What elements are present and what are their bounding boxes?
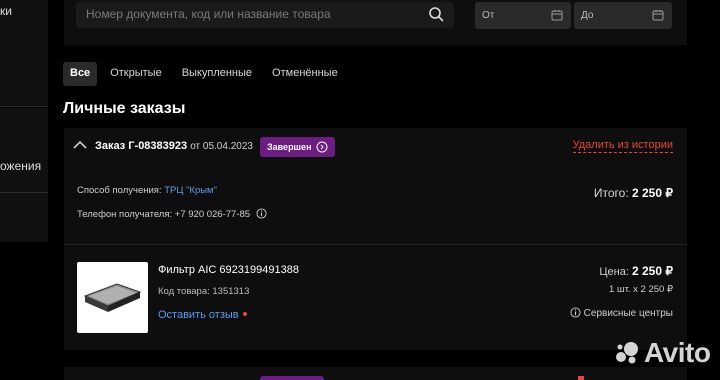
avito-logo-icon <box>616 342 638 364</box>
price-value: 2 250 ₽ <box>632 264 673 278</box>
date-to-field[interactable]: До <box>574 2 672 29</box>
search-placeholder: Номер документа, код или название товара <box>86 7 331 21</box>
quantity-text: 1 шт. x 2 250 ₽ <box>609 284 673 295</box>
calendar-icon[interactable] <box>652 9 664 21</box>
sidebar-item-label[interactable]: ки <box>0 4 12 18</box>
review-label: Оставить отзыв <box>158 309 239 321</box>
status-badge <box>260 376 324 380</box>
arrow-circle-icon <box>316 141 328 153</box>
date-from-field[interactable]: От <box>475 2 571 29</box>
delivery-link[interactable]: ТРЦ "Крым" <box>164 185 217 196</box>
search-icon[interactable] <box>428 6 444 22</box>
status-badge: Завершен <box>260 137 335 157</box>
product-name[interactable]: Фильтр AIC 6923199491388 <box>158 264 299 276</box>
remove-from-history-link[interactable] <box>578 376 584 380</box>
order-total: Итого: 2 250 ₽ <box>594 186 673 200</box>
order-tabs: Все Открытые Выкупленные Отменённые <box>63 62 345 86</box>
avito-watermark: Avito <box>614 337 711 369</box>
code-value: 1351313 <box>212 286 250 297</box>
price-label: Цена: <box>599 266 629 278</box>
service-centers-link[interactable]: Сервисные центры <box>570 307 673 319</box>
order-card <box>64 367 687 380</box>
tab-open[interactable]: Открытые <box>103 62 169 86</box>
total-value: 2 250 ₽ <box>632 186 673 200</box>
recipient-phone: Телефон получателя: +7 920 026-77-85 <box>77 208 267 220</box>
date-from-label: От <box>482 10 495 21</box>
tab-redeemed[interactable]: Выкупленные <box>175 62 259 86</box>
notification-dot <box>242 312 247 316</box>
status-text: Завершен <box>267 142 312 152</box>
sidebar-item-label[interactable]: ожения <box>0 159 41 173</box>
product-image[interactable] <box>77 262 148 333</box>
search-input[interactable]: Номер документа, код или название товара <box>76 2 454 28</box>
info-icon <box>570 307 581 318</box>
page-title: Личные заказы <box>63 100 186 117</box>
tab-all[interactable]: Все <box>63 62 98 86</box>
calendar-icon[interactable] <box>551 9 563 21</box>
order-card: Заказ Г-08383923 от 05.04.2023 Завершен … <box>64 128 687 350</box>
product-price: Цена: 2 250 ₽ <box>599 264 673 278</box>
watermark-text: Avito <box>644 337 711 368</box>
chevron-up-icon[interactable] <box>73 140 87 150</box>
phone-label: Телефон получателя: <box>77 209 173 220</box>
info-icon[interactable] <box>256 208 267 219</box>
product-code: Код товара: 1351313 <box>158 286 249 297</box>
order-title: Заказ Г-08383923 <box>95 140 188 152</box>
leave-review-link[interactable]: Оставить отзыв <box>158 309 247 321</box>
remove-from-history-link[interactable]: Удалить из истории <box>572 139 673 153</box>
tab-cancelled[interactable]: Отменённые <box>265 62 345 86</box>
sidebar-divider <box>0 106 48 107</box>
phone-value: +7 920 026-77-85 <box>174 209 251 220</box>
delivery-label: Способ получения: <box>77 185 162 196</box>
date-to-label: До <box>581 10 594 21</box>
sidebar-panel-bottom <box>0 108 48 242</box>
order-number: Заказ Г-08383923 от 05.04.2023 <box>95 140 253 152</box>
divider <box>64 244 687 245</box>
total-label: Итого: <box>593 186 629 200</box>
delivery-method: Способ получения: ТРЦ "Крым" <box>77 185 217 196</box>
order-date: от 05.04.2023 <box>190 141 253 152</box>
air-filter-image <box>83 283 142 312</box>
sidebar-divider <box>0 192 48 193</box>
code-label: Код товара: <box>158 286 210 297</box>
service-label: Сервисные центры <box>583 308 673 319</box>
